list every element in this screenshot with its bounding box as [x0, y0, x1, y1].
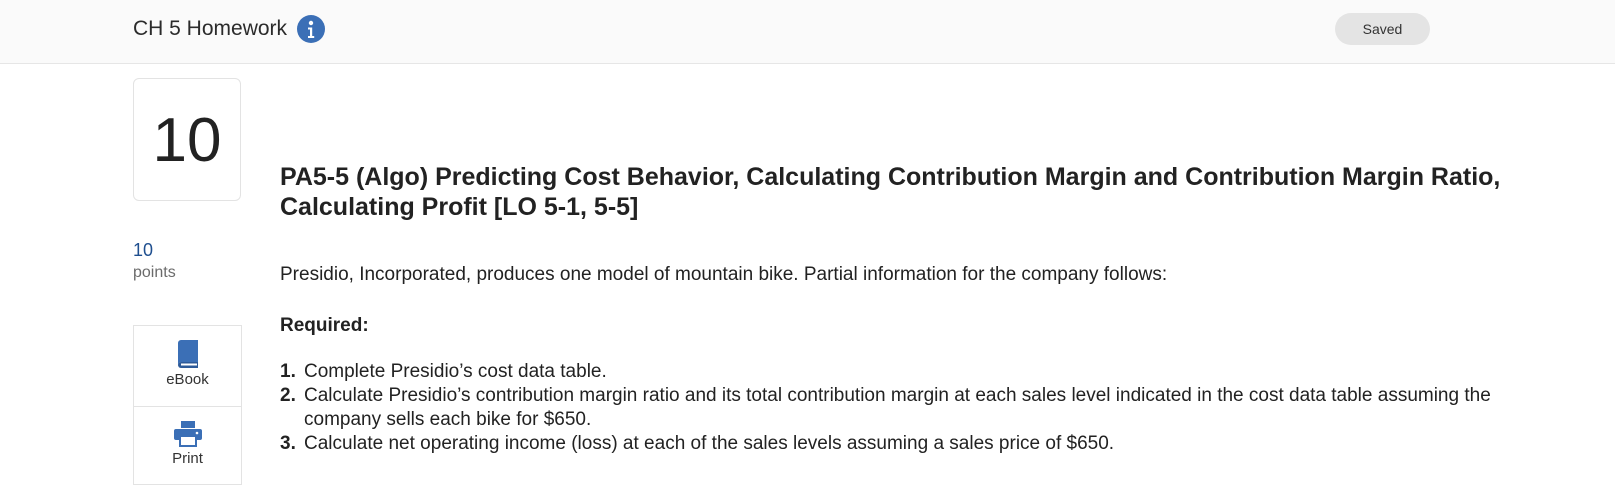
info-icon[interactable] — [297, 15, 325, 43]
ebook-label: eBook — [166, 371, 209, 388]
requirements-list: 1. Complete Presidio’s cost data table. … — [280, 360, 1510, 456]
book-icon — [177, 340, 198, 368]
requirement-number: 3. — [280, 433, 296, 454]
ebook-button[interactable]: eBook — [134, 326, 241, 407]
question-title: PA5-5 (Algo) Predicting Cost Behavior, C… — [280, 163, 1501, 221]
requirement-item: 2. Calculate Presidio’s contribution mar… — [280, 384, 1510, 432]
requirement-text: Calculate Presidio’s contribution margin… — [304, 385, 1491, 430]
question-number: 10 — [133, 78, 241, 201]
requirement-item: 3. Calculate net operating income (loss)… — [280, 432, 1510, 456]
print-label: Print — [172, 450, 203, 467]
tools-panel: eBook Print — [133, 325, 242, 485]
saved-status-badge: Saved — [1335, 13, 1430, 45]
print-button[interactable]: Print — [134, 407, 241, 487]
requirement-number: 1. — [280, 361, 296, 382]
required-heading: Required: — [280, 315, 369, 336]
requirement-text: Complete Presidio’s cost data table. — [304, 361, 607, 382]
requirement-number: 2. — [280, 385, 296, 406]
requirement-text: Calculate net operating income (loss) at… — [304, 433, 1115, 454]
printer-icon — [173, 421, 202, 447]
assignment-title: CH 5 Homework — [133, 17, 288, 40]
points-label: points — [133, 264, 176, 281]
top-bar: CH 5 Homework Saved — [0, 0, 1615, 64]
points-value: 10 — [133, 240, 154, 260]
requirement-item: 1. Complete Presidio’s cost data table. — [280, 360, 1510, 384]
question-intro: Presidio, Incorporated, produces one mod… — [280, 264, 1168, 285]
